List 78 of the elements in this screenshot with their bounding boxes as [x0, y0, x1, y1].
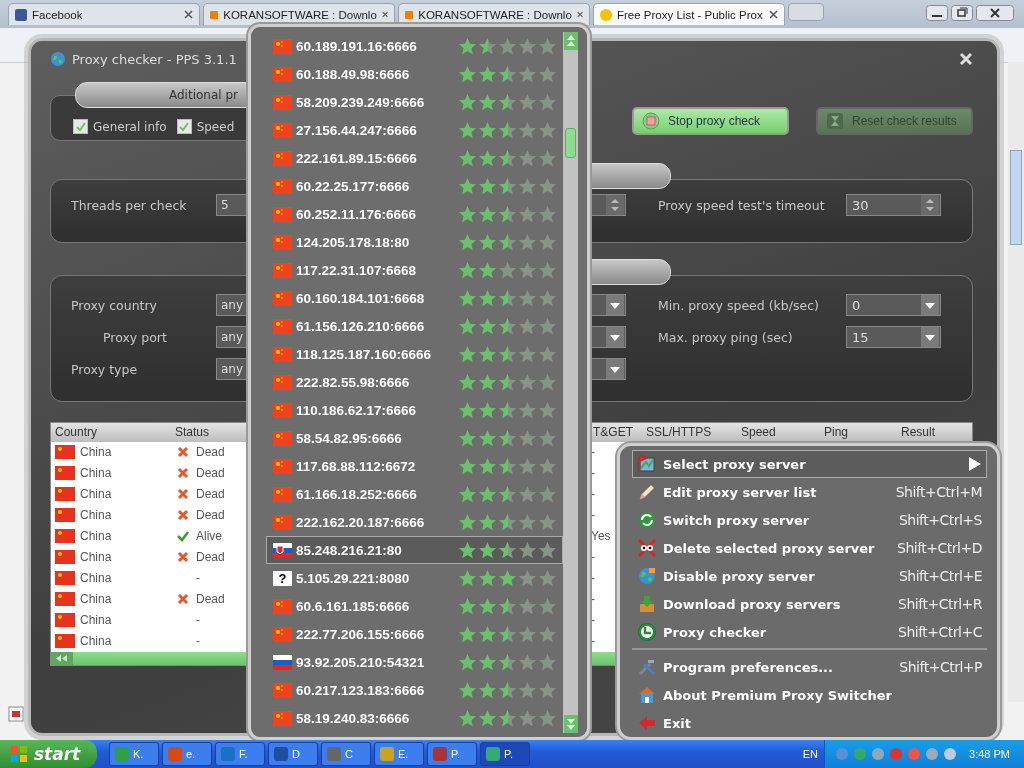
country-text: China: [80, 466, 112, 481]
field-label: Proxy country: [71, 297, 159, 313]
proxy-address: 58.54.82.95:6666: [296, 430, 402, 446]
shortcut-text: Shift+Ctrl+C: [898, 624, 982, 640]
proxy-address: 93.92.205.210:54321: [296, 654, 425, 670]
proxy-address: 61.156.126.210:6666: [296, 318, 425, 334]
clock: 3:48 PM: [969, 748, 1010, 760]
status-text: Dead: [196, 487, 225, 502]
tab-title: KORANSOFTWARE : Downlo: [418, 8, 572, 21]
tab-title: Facebook: [32, 8, 84, 21]
status-text: -: [196, 613, 200, 628]
shortcut-text: Shift+Ctrl+R: [898, 596, 982, 612]
country-text: China: [80, 613, 112, 628]
proxy-address: 222.161.89.15:6666: [296, 150, 417, 166]
country-text: China: [80, 445, 112, 460]
table-cell: -: [591, 592, 595, 607]
table-cell: -: [591, 466, 595, 481]
country-text: China: [80, 487, 112, 502]
table-cell: -: [591, 613, 595, 628]
country-text: China: [80, 634, 112, 649]
proxy-address: 58.209.239.249:6666: [296, 94, 425, 110]
status-text: -: [196, 571, 200, 586]
window-title: Proxy checker - PPS 3.1.1: [72, 51, 237, 67]
status-text: Dead: [196, 466, 225, 481]
country-text: China: [80, 508, 112, 523]
country-text: China: [80, 571, 112, 586]
table-cell: -: [591, 634, 595, 649]
proxy-address: 222.77.206.155:6666: [296, 626, 425, 642]
shortcut-text: Shift+Ctrl+M: [895, 484, 982, 500]
table-cell: -: [591, 487, 595, 502]
status-text: Alive: [196, 529, 222, 544]
proxy-address: 60.6.161.185:6666: [296, 598, 410, 614]
proxy-address: 60.252.11.176:6666: [296, 206, 417, 222]
field-label: Threads per check: [71, 197, 188, 213]
field-label: Proxy port: [102, 329, 168, 345]
field-label: Min. proxy speed (kb/sec): [657, 297, 820, 313]
status-text: Dead: [196, 592, 225, 607]
shortcut-text: Shift+Ctrl+E: [898, 568, 982, 584]
proxy-address: 27.156.44.247:6666: [296, 122, 417, 138]
proxy-address: 110.186.62.17:6666: [296, 402, 417, 418]
proxy-address: 85.248.216.21:80: [296, 542, 402, 558]
proxy-address: 117.22.31.107:6668: [296, 262, 417, 278]
table-cell: -: [591, 445, 595, 460]
proxy-address: 60.160.184.101:6668: [296, 290, 425, 306]
table-cell: -: [591, 571, 595, 586]
table-cell: -: [591, 508, 595, 523]
proxy-address: 118.125.187.160:6666: [296, 346, 432, 362]
tab-title: Free Proxy List - Public Prox: [617, 8, 764, 21]
checkbox-label: Speed: [196, 119, 235, 134]
country-text: China: [80, 529, 112, 544]
proxy-address: 5.105.29.221:8080: [296, 570, 410, 586]
shortcut-text: Shift+Ctrl+P: [899, 659, 982, 675]
status-text: Dead: [196, 445, 225, 460]
shortcut-text: Shift+Ctrl+S: [898, 512, 982, 528]
proxy-address: 124.205.178.18:80: [296, 234, 410, 250]
field-label: Proxy speed test's timeout: [657, 197, 826, 213]
table-cell: -: [591, 550, 595, 565]
field-label: Max. proxy ping (sec): [657, 329, 794, 345]
tab-title: KORANSOFTWARE : Downlo: [223, 8, 377, 21]
proxy-address: 60.217.123.183:6666: [296, 682, 425, 698]
status-text: -: [196, 634, 200, 649]
proxy-address: 222.162.20.187:6666: [296, 514, 425, 530]
proxy-address: 117.68.88.112:6672: [296, 458, 416, 474]
proxy-address: 61.166.18.252:6666: [296, 486, 417, 502]
proxy-address: 60.22.25.177:6666: [296, 178, 410, 194]
checkbox-label: General info: [93, 119, 167, 134]
country-text: China: [80, 550, 112, 565]
status-text: Dead: [196, 550, 225, 565]
proxy-address: 58.19.240.83:6666: [296, 710, 410, 726]
table-cell: Yes: [591, 529, 611, 544]
proxy-address: 60.188.49.98:6666: [296, 66, 410, 82]
shortcut-text: Shift+Ctrl+D: [897, 540, 982, 556]
country-text: China: [80, 592, 112, 607]
status-text: Dead: [196, 508, 225, 523]
unknown-flag-icon: ?: [273, 570, 292, 586]
field-label: Proxy type: [71, 361, 139, 377]
proxy-address: 222.82.55.98:6666: [296, 374, 410, 390]
proxy-address: 60.189.191.16:6666: [296, 38, 417, 54]
